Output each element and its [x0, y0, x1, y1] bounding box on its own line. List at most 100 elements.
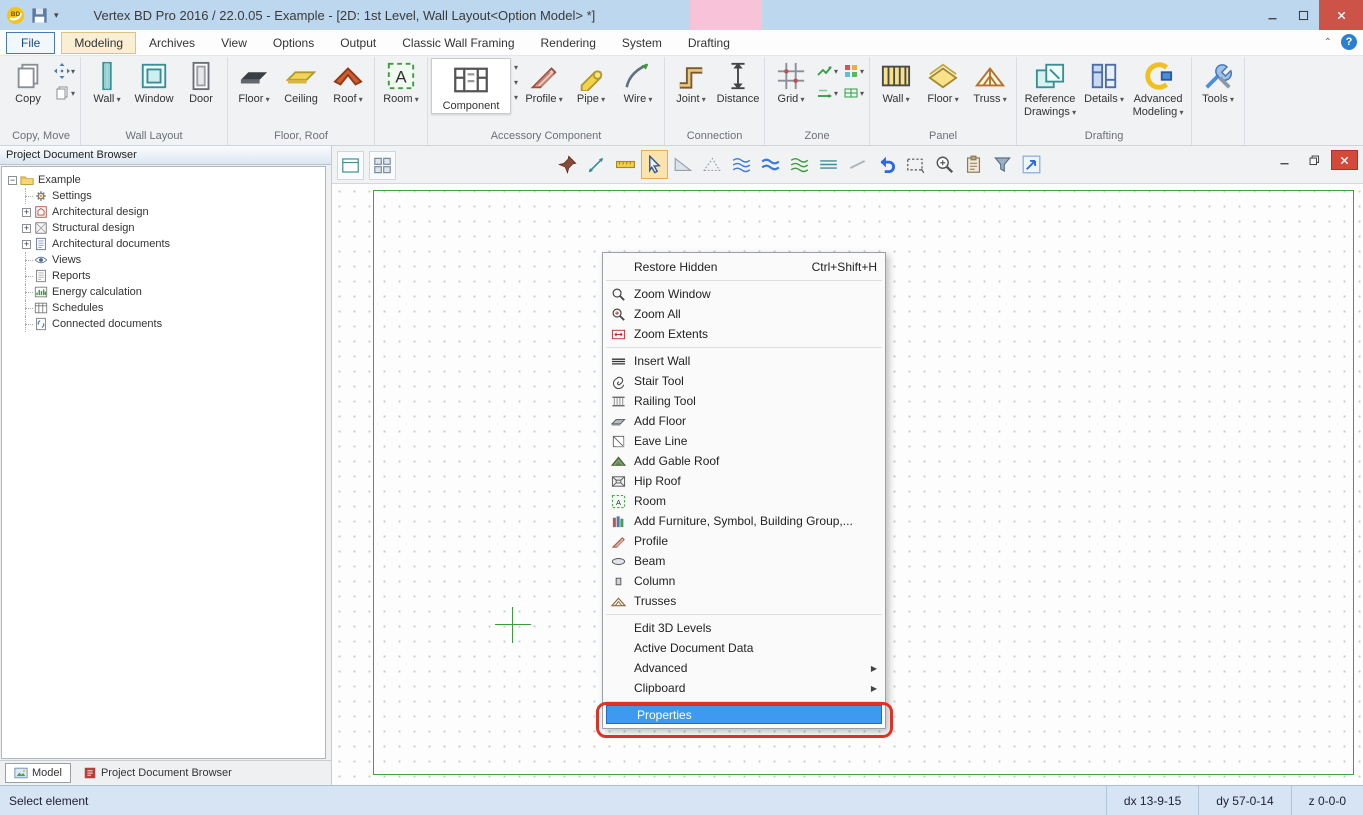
- ribbon-button-truss[interactable]: Truss ▾: [967, 58, 1013, 106]
- tool-link-arrow[interactable]: [1018, 150, 1045, 179]
- tool-slope-tri[interactable]: [670, 150, 697, 179]
- ribbon-button-door[interactable]: Door: [178, 58, 224, 106]
- tool-view-new[interactable]: [337, 151, 364, 180]
- menu-item-active-document-data[interactable]: Active Document Data: [604, 638, 884, 658]
- plus-box-icon[interactable]: +: [22, 224, 31, 233]
- minus-box-icon[interactable]: −: [8, 176, 17, 185]
- ribbon-button-component[interactable]: Component: [431, 58, 511, 114]
- tree-item-settings[interactable]: Settings: [2, 188, 325, 204]
- menu-item-zoom-extents[interactable]: Zoom Extents: [604, 324, 884, 344]
- ribbon-button-joint[interactable]: Joint ▾: [668, 58, 714, 106]
- ribbon-button-wire[interactable]: Wire ▾: [615, 58, 661, 106]
- tab-classic-wall-framing[interactable]: Classic Wall Framing: [389, 32, 527, 54]
- menu-item-hip-roof[interactable]: Hip Roof: [604, 471, 884, 491]
- ribbon-button-floor[interactable]: Floor ▾: [231, 58, 277, 106]
- tool-dim-tool[interactable]: [583, 150, 610, 179]
- close-button[interactable]: [1319, 0, 1363, 30]
- tool-hatch-tri[interactable]: [699, 150, 726, 179]
- tool-view-grid[interactable]: [369, 151, 396, 180]
- menu-item-properties[interactable]: Properties: [606, 705, 882, 724]
- ribbon-small-zone-d-1[interactable]: ▾: [841, 84, 866, 102]
- ribbon-small-dropdown-1[interactable]: ▾: [512, 77, 520, 88]
- mdi-minimize-button[interactable]: [1271, 150, 1298, 170]
- ribbon-small-move-0[interactable]: ▾: [52, 62, 77, 80]
- tool-undo[interactable]: [873, 150, 900, 179]
- menu-item-advanced[interactable]: Advanced▶: [604, 658, 884, 678]
- tool-zoom-in[interactable]: [931, 150, 958, 179]
- menu-item-add-furniture-symbol-building-group[interactable]: Add Furniture, Symbol, Building Group,..…: [604, 511, 884, 531]
- minimize-button[interactable]: [1257, 0, 1288, 30]
- menu-item-restore-hidden[interactable]: Restore HiddenCtrl+Shift+H: [604, 257, 884, 277]
- menu-item-insert-wall[interactable]: Insert Wall: [604, 351, 884, 371]
- tab-file[interactable]: File: [6, 32, 55, 54]
- tool-waves2[interactable]: [757, 150, 784, 179]
- menu-item-add-floor[interactable]: Add Floor: [604, 411, 884, 431]
- ribbon-small-zone-b-1[interactable]: ▾: [815, 84, 840, 102]
- tool-ruler[interactable]: [612, 150, 639, 179]
- menu-item-zoom-all[interactable]: Zoom All: [604, 304, 884, 324]
- ribbon-button-window[interactable]: Window: [131, 58, 177, 106]
- save-icon[interactable]: [30, 6, 49, 25]
- tab-rendering[interactable]: Rendering: [528, 32, 609, 54]
- tab-view[interactable]: View: [208, 32, 260, 54]
- tree-item-reports[interactable]: Reports: [2, 268, 325, 284]
- tree-item-views[interactable]: Views: [2, 252, 325, 268]
- ribbon-button-tools[interactable]: Tools ▾: [1195, 58, 1241, 106]
- menu-item-clipboard[interactable]: Clipboard▶: [604, 678, 884, 698]
- tree-item-connected-documents[interactable]: Connected documents: [2, 316, 325, 332]
- bottom-tab-project-document-browser[interactable]: Project Document Browser: [74, 763, 241, 783]
- ribbon-small-dropdown-0[interactable]: ▾: [512, 62, 520, 73]
- tool-clipboard-tool[interactable]: [960, 150, 987, 179]
- tree-item-architectural-design[interactable]: +Architectural design: [2, 204, 325, 220]
- ribbon-small-zone-c-0[interactable]: ▾: [841, 62, 866, 80]
- menu-item-room[interactable]: ARoom: [604, 491, 884, 511]
- ribbon-button-advanced-modeling[interactable]: Advanced Modeling ▾: [1128, 58, 1188, 118]
- menu-item-profile[interactable]: Profile: [604, 531, 884, 551]
- tab-output[interactable]: Output: [327, 32, 389, 54]
- tab-drafting[interactable]: Drafting: [675, 32, 743, 54]
- ribbon-button-ceiling[interactable]: Ceiling: [278, 58, 324, 106]
- ribbon-small-zone-a-0[interactable]: ▾: [815, 62, 840, 80]
- tool-pushpin[interactable]: [554, 150, 581, 179]
- ribbon-button-wall[interactable]: Wall ▾: [873, 58, 919, 106]
- mdi-close-button[interactable]: [1331, 150, 1358, 170]
- ribbon-button-pipe[interactable]: Pipe ▾: [568, 58, 614, 106]
- plus-box-icon[interactable]: +: [22, 240, 31, 249]
- menu-item-add-gable-roof[interactable]: Add Gable Roof: [604, 451, 884, 471]
- ribbon-button-roof[interactable]: Roof ▾: [325, 58, 371, 106]
- mdi-restore-button[interactable]: [1301, 150, 1328, 170]
- tree-item-energy-calculation[interactable]: Energy calculation: [2, 284, 325, 300]
- menu-item-edit-3d-levels[interactable]: Edit 3D Levels: [604, 618, 884, 638]
- bottom-tab-model[interactable]: Model: [5, 763, 71, 783]
- menu-item-column[interactable]: Column: [604, 571, 884, 591]
- ribbon-button-copy[interactable]: Copy: [5, 58, 51, 106]
- ribbon-small-copy-small-1[interactable]: ▾: [52, 84, 77, 102]
- ribbon-button-floor[interactable]: Floor ▾: [920, 58, 966, 106]
- ribbon-button-wall[interactable]: Wall ▾: [84, 58, 130, 106]
- tab-options[interactable]: Options: [260, 32, 327, 54]
- tree-item-architectural-documents[interactable]: +Architectural documents: [2, 236, 325, 252]
- tool-select-region[interactable]: [902, 150, 929, 179]
- menu-item-zoom-window[interactable]: Zoom Window: [604, 284, 884, 304]
- tool-waves4[interactable]: [815, 150, 842, 179]
- ribbon-button-reference-drawings[interactable]: Reference Drawings ▾: [1020, 58, 1080, 118]
- collapse-ribbon-icon[interactable]: ⌃: [1324, 37, 1332, 48]
- tree-item-schedules[interactable]: Schedules: [2, 300, 325, 316]
- ribbon-button-distance[interactable]: Distance: [715, 58, 761, 106]
- tab-archives[interactable]: Archives: [136, 32, 208, 54]
- menu-item-railing-tool[interactable]: Railing Tool: [604, 391, 884, 411]
- menu-item-eave-line[interactable]: Eave Line: [604, 431, 884, 451]
- menu-item-stair-tool[interactable]: Stair Tool: [604, 371, 884, 391]
- tool-select-arrow[interactable]: [641, 150, 668, 179]
- help-button[interactable]: ?: [1341, 34, 1357, 50]
- ribbon-button-room[interactable]: ARoom ▾: [378, 58, 424, 106]
- tool-waves3[interactable]: [786, 150, 813, 179]
- ribbon-small-dropdown-2[interactable]: ▾: [512, 92, 520, 103]
- menu-item-trusses[interactable]: Trusses: [604, 591, 884, 611]
- tree-item-structural-design[interactable]: +Structural design: [2, 220, 325, 236]
- menu-item-beam[interactable]: Beam: [604, 551, 884, 571]
- tool-line-gray[interactable]: [844, 150, 871, 179]
- maximize-button[interactable]: [1288, 0, 1319, 30]
- tool-waves1[interactable]: [728, 150, 755, 179]
- tab-modeling[interactable]: Modeling: [61, 32, 136, 54]
